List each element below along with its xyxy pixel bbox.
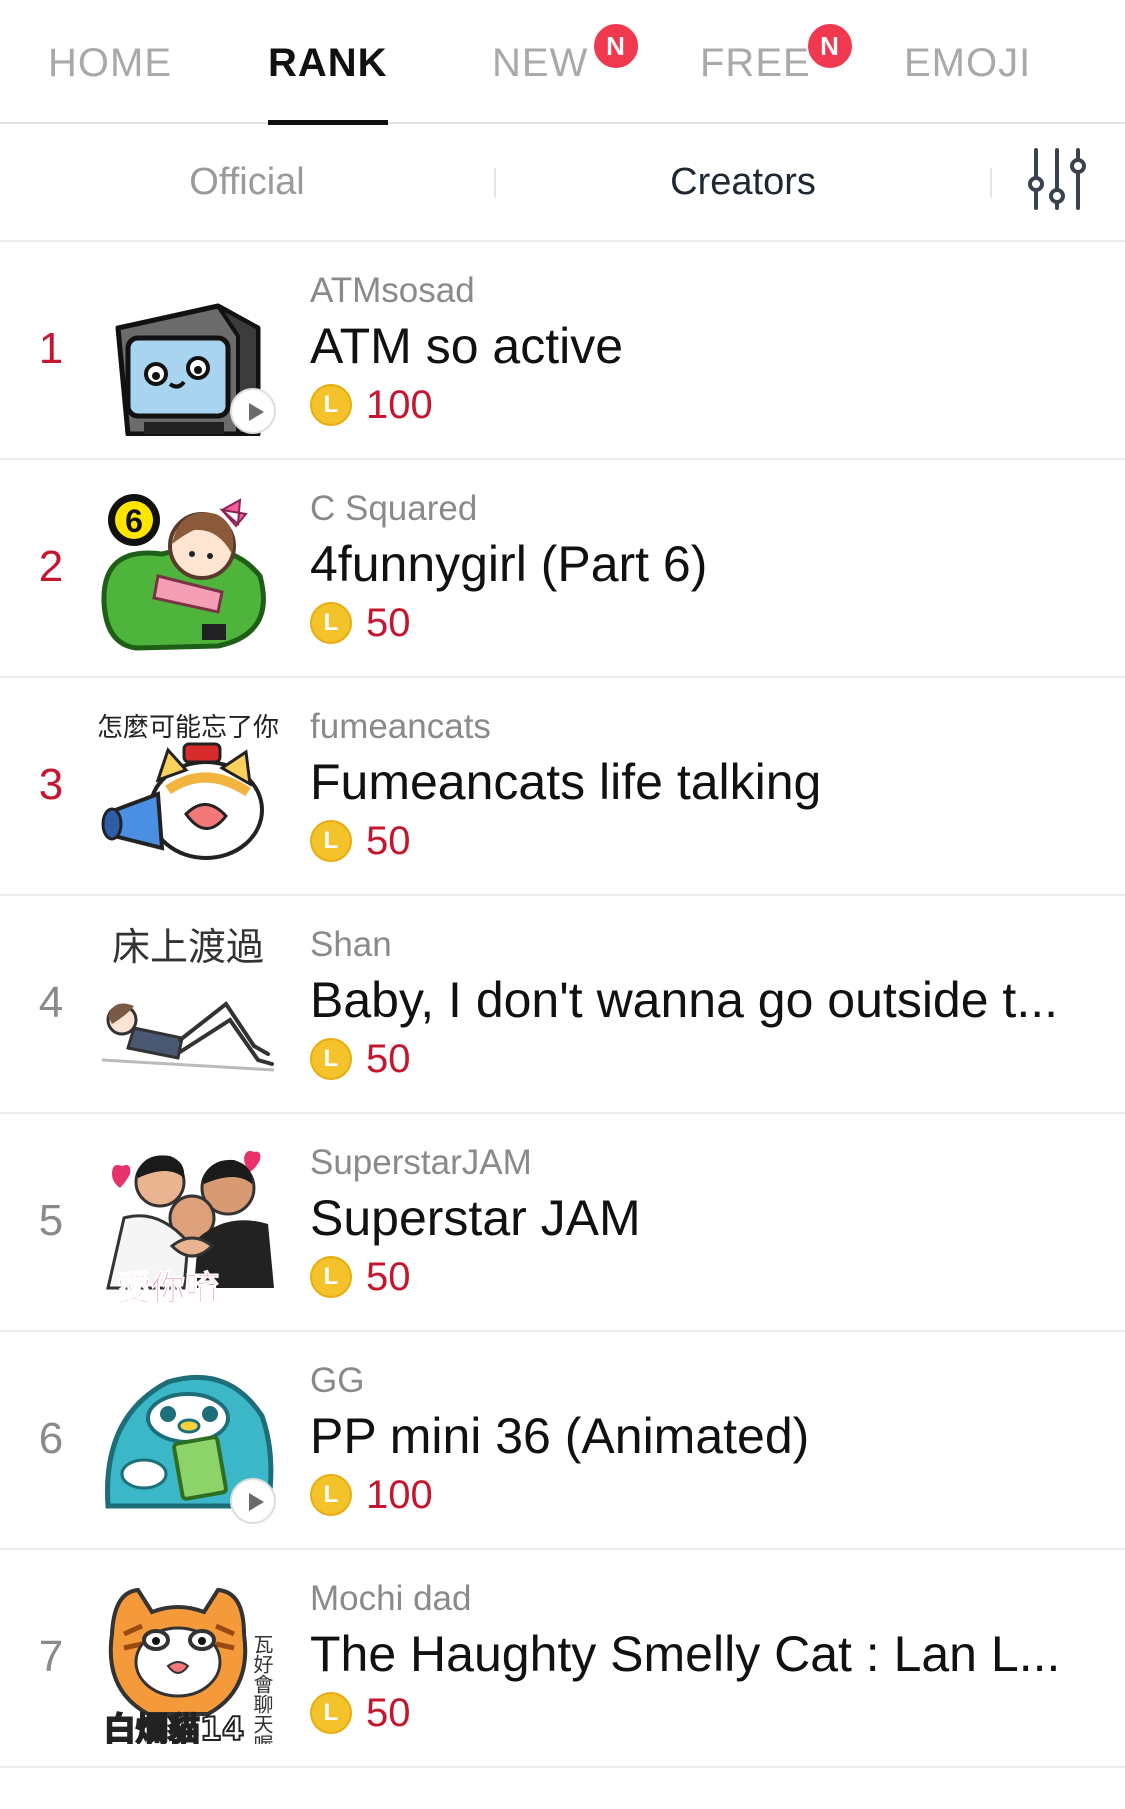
tab-emoji-label: EMOJI (904, 41, 1032, 85)
sticker-side-caption: 瓦好會聊天喔 (250, 1634, 274, 1744)
sticker-caption: 怎麼可能忘了你 (98, 713, 278, 743)
subtab-divider (990, 168, 992, 198)
coin-icon: L (310, 1256, 352, 1298)
list-item[interactable]: 7 瓦好會聊天喔 白爛貓14 Mochi dad The Haughty Sme… (0, 1550, 1125, 1768)
sticker-thumbnail: 瓦好會聊天喔 白爛貓14 (98, 1574, 278, 1744)
sliders-icon[interactable] (1026, 144, 1088, 214)
tab-free-label: FREE (700, 41, 811, 85)
tab-new[interactable]: NEW N (492, 22, 640, 88)
sticker-thumbnail: 怎麼可能忘了你 (98, 702, 278, 872)
sticker-thumbnail (98, 1356, 278, 1526)
creator-name: Mochi dad (310, 1579, 472, 1618)
sticker-thumbnail (98, 266, 278, 436)
sticker-thumbnail: 愛你唷 (98, 1138, 278, 1308)
sticker-thumbnail: 6 (98, 484, 278, 654)
creator-name: SuperstarJAM (310, 1143, 532, 1182)
girl-lying-in-bed-image: 床上渡過 (101, 925, 275, 1072)
girl-on-beanbag-image: 6 (101, 494, 266, 651)
price: 50 (366, 1037, 411, 1081)
price: 50 (366, 1255, 411, 1299)
price: 100 (366, 383, 433, 427)
rank-number: 5 (38, 1196, 64, 1245)
sticker-title: ATM so active (310, 318, 624, 374)
coin-icon: L (310, 602, 352, 644)
tab-new-label: NEW (492, 41, 589, 85)
tab-free[interactable]: FREE N (700, 22, 854, 88)
sticker-caption: 愛你唷 (117, 1269, 219, 1308)
list-item[interactable]: 6 GG PP mini 36 (Animated) L 100 (0, 1332, 1125, 1550)
top-tab-bar: HOME RANK NEW N FREE N EMOJI (0, 0, 1125, 125)
subtab-official[interactable]: Official (0, 124, 494, 240)
price: 50 (366, 819, 411, 863)
coin-icon: L (310, 1474, 352, 1516)
tab-home[interactable]: HOME (48, 38, 172, 88)
sticker-title: 4funnygirl (Part 6) (310, 536, 708, 592)
two-guys-heart-image: 愛你唷 (106, 1150, 274, 1308)
sub-tab-bar: Official Creators (0, 124, 1125, 242)
coin-icon: L (310, 384, 352, 426)
sticker-title: Baby, I don't wanna go outside t... (310, 972, 1058, 1028)
coin-icon: L (310, 1692, 352, 1734)
play-icon (230, 1478, 276, 1524)
sticker-title: Superstar JAM (310, 1190, 641, 1246)
orange-cat-image: 瓦好會聊天喔 白爛貓14 (103, 1587, 274, 1744)
list-item[interactable]: 5 愛你唷 SuperstarJAM Superstar JAM L 50 (0, 1114, 1125, 1332)
coin-icon: L (310, 820, 352, 862)
sticker-title: PP mini 36 (Animated) (310, 1408, 810, 1464)
tab-home-label: HOME (48, 41, 172, 85)
ranking-list: 1 ATMsosad ATM so active L 100 2 6 C Squ… (0, 242, 1125, 1768)
play-icon (230, 388, 276, 434)
price: 50 (366, 1691, 411, 1735)
cat-megaphone-image: 怎麼可能忘了你 (98, 713, 278, 860)
new-badge: N (806, 22, 854, 70)
new-badge: N (592, 22, 640, 70)
svg-text:6: 6 (125, 503, 143, 539)
list-item[interactable]: 4 床上渡過 Shan Baby, I don't wanna go outsi… (0, 896, 1125, 1114)
tab-rank-label: RANK (268, 41, 388, 85)
creator-name: ATMsosad (310, 271, 475, 310)
rank-number: 1 (38, 324, 64, 373)
price: 100 (366, 1473, 433, 1517)
list-item[interactable]: 1 ATMsosad ATM so active L 100 (0, 242, 1125, 460)
creator-name: Shan (310, 925, 392, 964)
tab-emoji[interactable]: EMOJI (904, 38, 1031, 88)
creator-name: fumeancats (310, 707, 491, 746)
tab-rank[interactable]: RANK (268, 38, 388, 125)
creator-name: GG (310, 1361, 365, 1400)
sticker-title: Fumeancats life talking (310, 754, 822, 810)
creator-name: C Squared (310, 489, 478, 528)
sticker-title: The Haughty Smelly Cat : Lan L... (310, 1626, 1061, 1682)
rank-number: 3 (38, 760, 64, 809)
coin-icon: L (310, 1038, 352, 1080)
rank-number: 6 (38, 1414, 64, 1463)
price: 50 (366, 601, 411, 645)
subtab-creators[interactable]: Creators (496, 124, 990, 240)
sticker-thumbnail: 床上渡過 (98, 920, 278, 1090)
list-item[interactable]: 3 怎麼可能忘了你 fumeancats Fumeancats life tal… (0, 678, 1125, 896)
sticker-caption: 白爛貓14 (104, 1710, 245, 1744)
list-item[interactable]: 2 6 C Squared 4funnygirl (Part 6) L 50 (0, 460, 1125, 678)
rank-number: 2 (38, 542, 64, 591)
rank-number: 7 (38, 1632, 64, 1681)
rank-number: 4 (38, 978, 64, 1027)
sticker-caption: 床上渡過 (112, 925, 264, 969)
